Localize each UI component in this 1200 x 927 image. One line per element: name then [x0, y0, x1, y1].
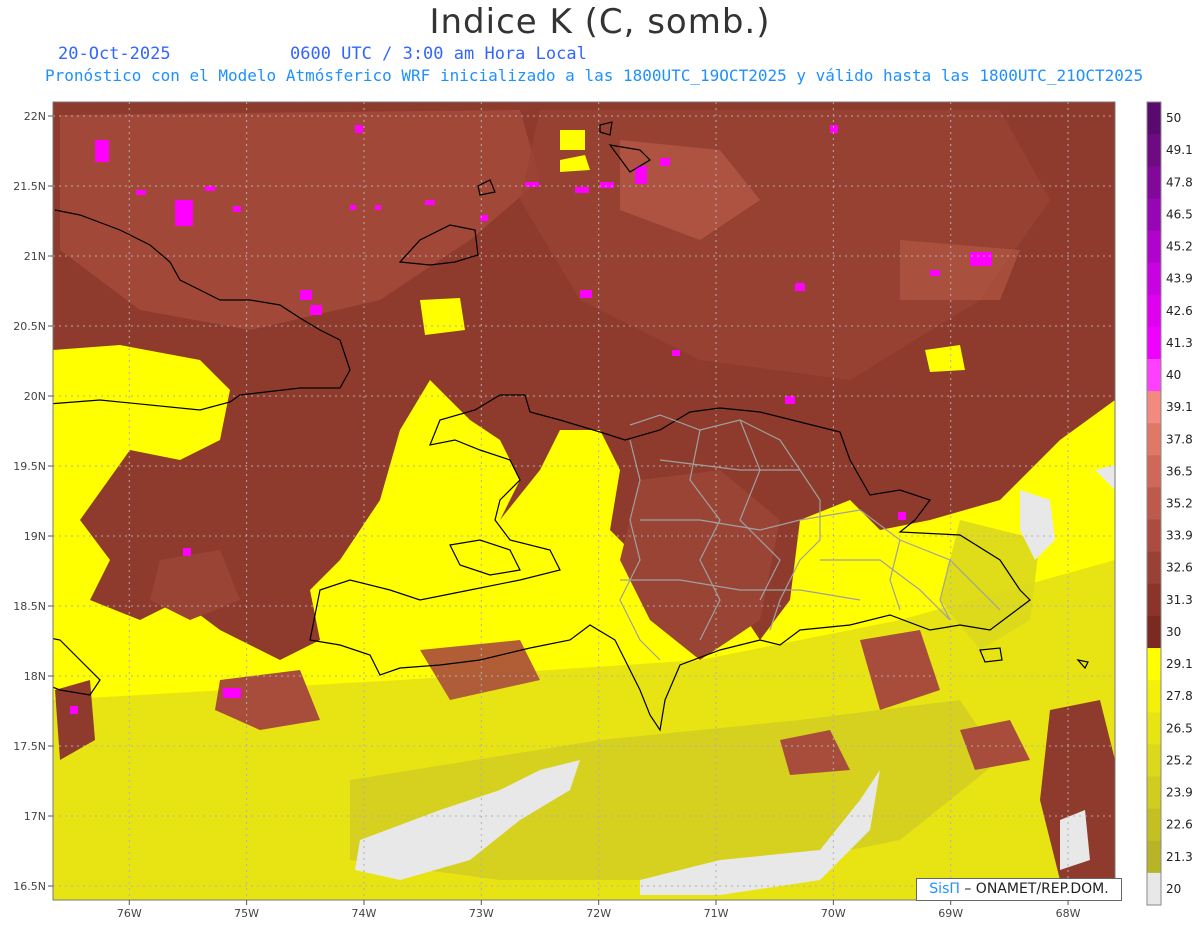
colorbar-segment [1147, 326, 1161, 360]
lon-tick-label: 68W [1056, 907, 1081, 920]
longitude-labels: 76W 75W 74W 73W 72W 71W 70W 69W 68W [117, 900, 1081, 920]
lat-tick-label: 19N [24, 530, 46, 543]
colorbar-label: 43.9 [1166, 272, 1193, 286]
colorbar-segment [1147, 102, 1161, 135]
colorbar-segment [1147, 712, 1161, 745]
colorbar-segment [1147, 358, 1161, 392]
colorbar-label: 41.3 [1166, 336, 1193, 350]
colorbar-segment [1147, 455, 1161, 488]
lat-tick-label: 22N [24, 110, 46, 123]
colorbar-label: 40 [1166, 368, 1181, 382]
colorbar-label: 23.9 [1166, 786, 1193, 800]
latitude-labels: 22N 21.5N 21N 20.5N 20N 19.5N 19N 18.5N 18N 17.5N… [13, 110, 53, 893]
colorbar-segment [1147, 744, 1161, 778]
colorbar-label: 30 [1166, 625, 1181, 639]
credit-text: – ONAMET/REP.DOM. [959, 881, 1109, 897]
colorbar: 50 49.1 47.8 46.5 45.2 43.9 42.6 41.3 40 39.1 37.8… [1146, 101, 1193, 906]
colorbar-segment [1147, 776, 1161, 810]
lon-tick-label: 75W [234, 907, 259, 920]
colorbar-label: 32.6 [1166, 561, 1193, 575]
colorbar-label: 42.6 [1166, 304, 1193, 318]
colorbar-segment [1147, 551, 1161, 585]
lon-tick-label: 73W [469, 907, 494, 920]
colorbar-segment [1147, 262, 1161, 296]
lat-tick-label: 21N [24, 250, 46, 263]
lon-tick-label: 72W [586, 907, 611, 920]
colorbar-segment [1147, 230, 1161, 264]
colorbar-label: 37.8 [1166, 432, 1193, 446]
lon-tick-label: 76W [117, 907, 142, 920]
colorbar-label: 50 [1166, 111, 1181, 125]
lat-tick-label: 19.5N [13, 460, 46, 473]
colorbar-segment [1147, 840, 1161, 874]
colorbar-segment [1147, 519, 1161, 553]
colorbar-label: 45.2 [1166, 240, 1193, 254]
colorbar-label: 29.1 [1166, 657, 1193, 671]
shaded-field [53, 102, 1115, 900]
colorbar-segment [1147, 680, 1161, 713]
colorbar-segment [1147, 648, 1161, 681]
colorbar-segment [1147, 166, 1161, 199]
lat-tick-label: 16.5N [13, 880, 46, 893]
colorbar-segment [1147, 423, 1161, 456]
colorbar-label: 46.5 [1166, 207, 1193, 221]
colorbar-segment [1147, 294, 1161, 328]
credit-box: SisΠ – ONAMET/REP.DOM. [916, 878, 1122, 901]
lat-tick-label: 20.5N [13, 320, 46, 333]
colorbar-label: 33.9 [1166, 529, 1193, 543]
colorbar-label: 35.2 [1166, 497, 1193, 511]
colorbar-segment [1147, 615, 1161, 649]
colorbar-label: 26.5 [1166, 721, 1193, 735]
lon-tick-label: 70W [821, 907, 846, 920]
lon-tick-label: 69W [938, 907, 963, 920]
lat-tick-label: 18N [24, 670, 46, 683]
colorbar-segment [1147, 583, 1161, 617]
colorbar-label: 22.6 [1166, 818, 1193, 832]
lat-tick-label: 21.5N [13, 180, 46, 193]
colorbar-label: 27.8 [1166, 689, 1193, 703]
lon-tick-label: 71W [704, 907, 729, 920]
colorbar-label: 36.5 [1166, 464, 1193, 478]
lat-tick-label: 18.5N [13, 600, 46, 613]
lat-tick-label: 17.5N [13, 740, 46, 753]
colorbar-label: 47.8 [1166, 175, 1193, 189]
lat-tick-label: 20N [24, 390, 46, 403]
colorbar-label: 31.3 [1166, 593, 1193, 607]
colorbar-label: 21.3 [1166, 850, 1193, 864]
colorbar-segment [1147, 198, 1161, 231]
colorbar-label: 20 [1166, 882, 1181, 896]
colorbar-label: 25.2 [1166, 753, 1193, 767]
lat-tick-label: 17N [24, 810, 46, 823]
colorbar-segment [1147, 391, 1161, 424]
colorbar-segment [1147, 134, 1161, 167]
lon-tick-label: 74W [352, 907, 377, 920]
sispi-logo: SisΠ [929, 881, 960, 897]
colorbar-segment [1147, 808, 1161, 842]
colorbar-segment [1147, 487, 1161, 521]
colorbar-label: 49.1 [1166, 143, 1193, 157]
colorbar-label: 39.1 [1166, 400, 1193, 414]
k-index-map: 22N 21.5N 21N 20.5N 20N 19.5N 19N 18.5N 18N 17.5N… [13, 101, 1193, 920]
colorbar-segment [1147, 872, 1161, 906]
